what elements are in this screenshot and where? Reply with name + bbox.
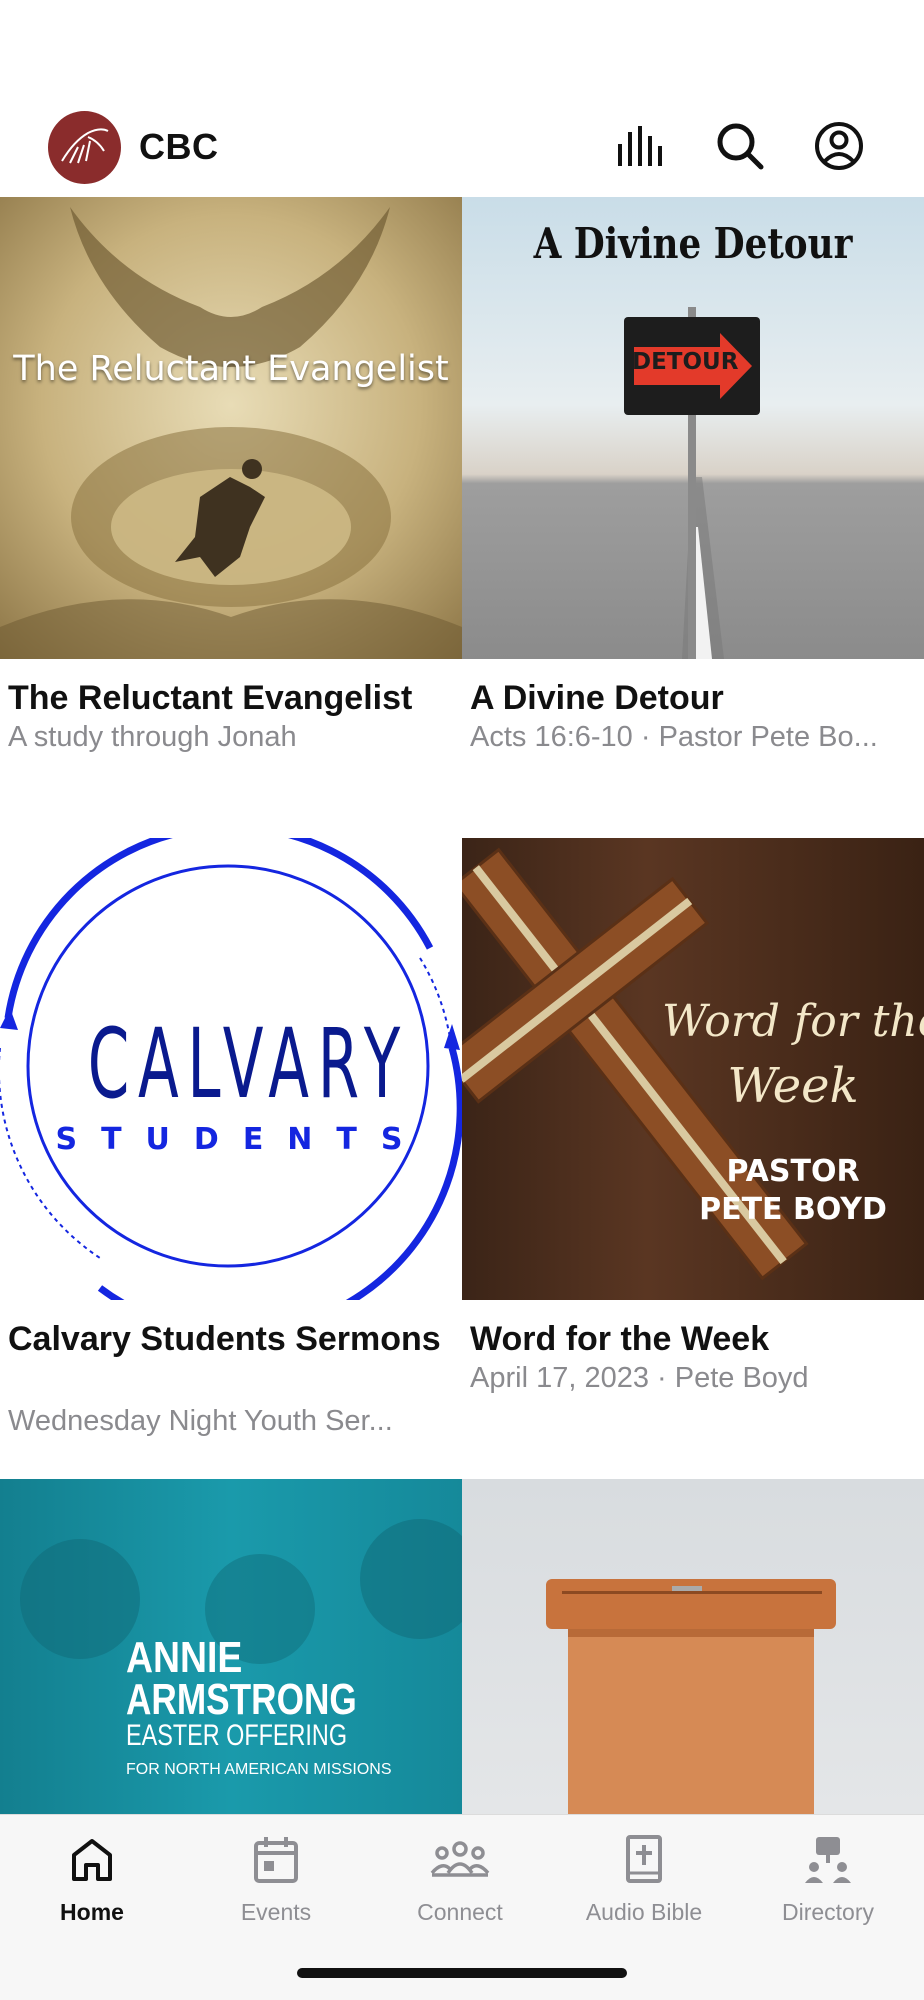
search-icon[interactable] <box>712 118 768 174</box>
series-subtitle: April 17, 2023 · Pete Boyd <box>470 1362 809 1394</box>
series-title: A Divine Detour <box>470 679 724 717</box>
tab-label: Connect <box>417 1899 503 1925</box>
account-icon[interactable] <box>811 118 867 174</box>
series-card-annie-armstrong[interactable]: ANNIE ARMSTRONG EASTER OFFERING FOR NORT… <box>0 1479 462 1814</box>
series-title: The Reluctant Evangelist <box>8 679 413 717</box>
series-card-calvary-students[interactable]: CALVARY STUDENTS Calvary Students Sermon… <box>0 838 462 1458</box>
series-artwork: DETOUR A Divine Detour <box>462 197 924 659</box>
calendar-icon <box>250 1833 302 1885</box>
calvary-wordmark: CALVARY <box>87 1008 409 1120</box>
annie-line4: FOR NORTH AMERICAN MISSIONS <box>126 1761 392 1778</box>
series-artwork: The Reluctant Evangelist <box>0 197 462 659</box>
audio-bars-icon[interactable] <box>614 118 670 174</box>
series-title: Word for the Week <box>470 1320 770 1358</box>
series-art-title: A Divine Detour <box>533 219 853 268</box>
series-card-reluctant-evangelist[interactable]: The Reluctant Evangelist The Reluctant E… <box>0 197 462 797</box>
series-subtitle: A study through Jonah <box>8 721 297 753</box>
tab-events[interactable]: Events <box>184 1815 368 1945</box>
tab-label: Audio Bible <box>585 1899 703 1925</box>
pastor-name: PETE BOYD <box>699 1192 887 1227</box>
annie-line3: EASTER OFFERING <box>126 1719 348 1752</box>
series-card-divine-detour[interactable]: DETOUR A Divine Detour A Divine Detour A… <box>462 197 924 797</box>
annie-line2: ARMSTRONG <box>126 1675 357 1724</box>
tab-label: Events <box>240 1899 312 1925</box>
pastor-label: PASTOR <box>726 1154 860 1189</box>
series-artwork: CALVARY STUDENTS <box>0 838 462 1300</box>
home-indicator[interactable] <box>297 1968 627 1978</box>
bible-icon <box>618 1833 670 1885</box>
script-title-line1: Word for the <box>662 996 924 1047</box>
app-header: CBC <box>0 0 924 197</box>
people-icon <box>430 1833 490 1885</box>
series-title: Calvary Students Sermons <box>8 1320 441 1358</box>
series-subtitle: Acts 16:6-10 · Pastor Pete Bo... <box>470 721 878 753</box>
directory-icon <box>802 1833 854 1885</box>
tab-audio-bible[interactable]: Audio Bible <box>552 1815 736 1945</box>
script-title-line2: Week <box>727 1058 859 1114</box>
tab-connect[interactable]: Connect <box>368 1815 552 1945</box>
tab-label: Directory <box>781 1899 874 1925</box>
home-icon <box>66 1833 118 1885</box>
tab-home[interactable]: Home <box>0 1815 184 1945</box>
series-card-offering[interactable] <box>462 1479 924 1814</box>
app-title: CBC <box>139 126 219 167</box>
series-artwork: Word for the Week PASTOR PETE BOYD <box>462 838 924 1300</box>
series-artwork <box>462 1479 924 1814</box>
series-art-title: The Reluctant Evangelist <box>13 349 449 389</box>
detour-sign-text: DETOUR <box>632 349 739 375</box>
series-card-word-for-the-week[interactable]: Word for the Week PASTOR PETE BOYD Word … <box>462 838 924 1458</box>
students-wordmark: STUDENTS <box>55 1122 427 1157</box>
logo-icon[interactable] <box>48 111 121 184</box>
series-subtitle: Wednesday Night Youth Ser... <box>8 1405 393 1437</box>
series-artwork: ANNIE ARMSTRONG EASTER OFFERING FOR NORT… <box>0 1479 462 1814</box>
tab-label: Home <box>60 1899 124 1925</box>
tab-directory[interactable]: Directory <box>736 1815 920 1945</box>
